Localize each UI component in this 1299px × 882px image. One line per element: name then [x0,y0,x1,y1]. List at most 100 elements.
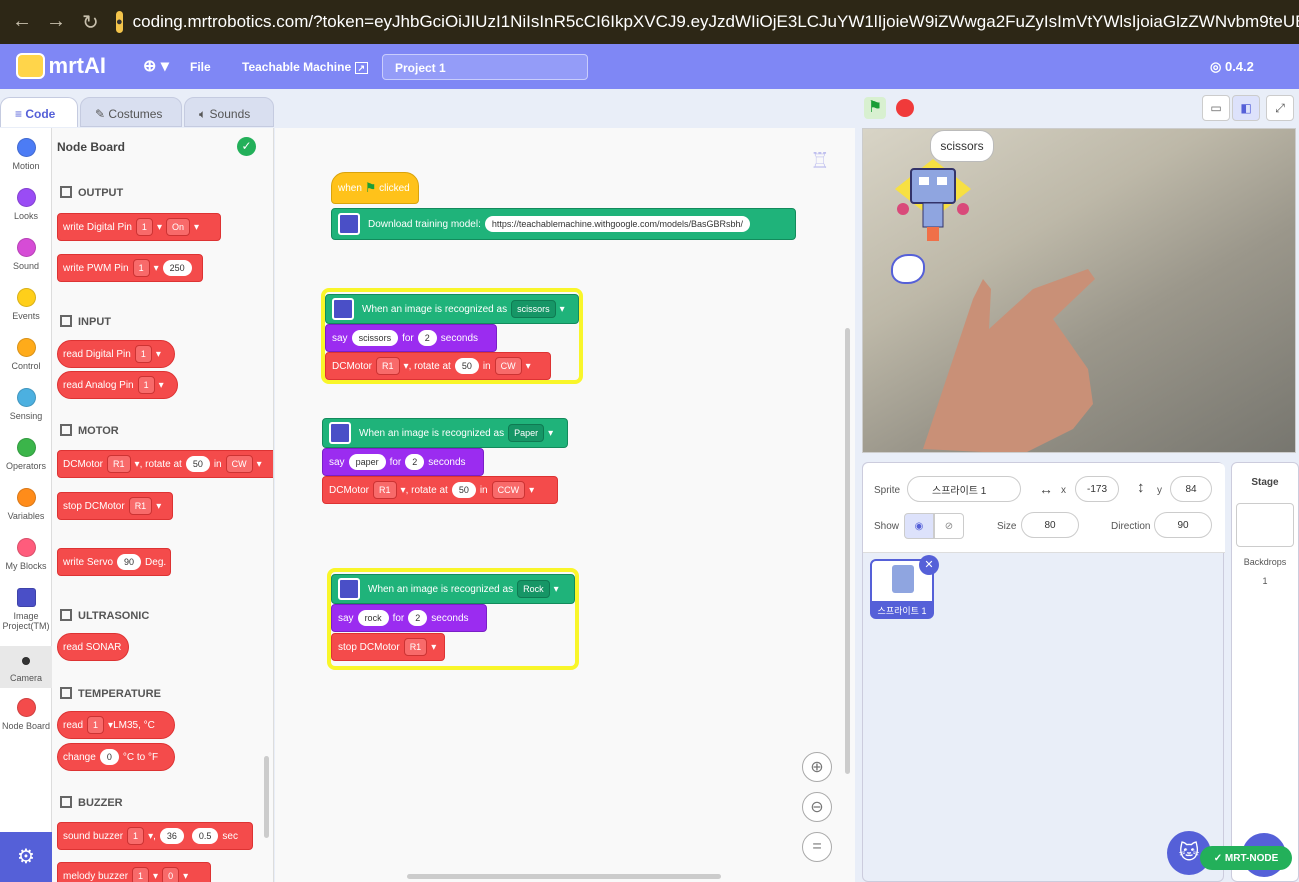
sprite-name-input[interactable]: 스프라이트 1 [907,476,1021,502]
block-say-paper[interactable]: say paper for 2 seconds [322,448,484,476]
block-dcmotor[interactable]: DCMotor R1 ▾, rotate at 50 in CW ▾ [57,450,273,478]
category-operators[interactable]: Operators [0,438,52,471]
show-hidden-button[interactable]: ⊘ [934,513,964,539]
block-download-model[interactable]: Download training model: https://teachabl… [331,208,796,240]
block-write-digital[interactable]: write Digital Pin 1 ▾ On ▾ [57,213,221,241]
seconds-input[interactable]: 2 [408,610,428,626]
say-text-input[interactable]: rock [357,610,389,626]
palette-scrollbar[interactable] [264,756,269,838]
backdrop-thumbnail[interactable] [1236,503,1294,547]
camera-indicator-icon[interactable]: ● [116,11,123,33]
pin-dropdown[interactable]: 1 [135,218,153,236]
mrt-node-button[interactable]: ✓ MRT-NODE [1200,846,1292,870]
zoom-reset-button[interactable]: = [802,832,832,862]
block-when-recognized-rock[interactable]: When an image is recognized as Rock ▾ [331,574,575,604]
tab-sounds[interactable]: 🔈︎ Sounds [184,97,274,127]
category-looks[interactable]: Looks [0,188,52,221]
block-say-scissors[interactable]: say scissors for 2 seconds [325,324,497,352]
zoom-in-button[interactable]: ⊕ [802,752,832,782]
globe-icon[interactable]: ⊕ ▾ [143,56,169,76]
motor-dropdown[interactable]: R1 [107,455,131,473]
fullscreen-button[interactable]: ⤢ [1266,95,1294,121]
file-menu[interactable]: File [190,60,211,74]
large-stage-button[interactable]: ◧ [1232,95,1260,121]
category-my-blocks[interactable]: My Blocks [0,538,52,571]
reload-icon[interactable]: ↻ [82,10,99,35]
category-image-project[interactable]: Image Project(TM) [0,588,52,631]
block-read-sonar[interactable]: read SONAR [57,633,129,661]
block-dcmotor-cw[interactable]: DCMotor R1 ▾, rotate at 50 in CW ▾ [325,352,551,380]
connected-check-icon[interactable]: ✓ [237,137,256,156]
speed-input[interactable]: 50 [185,456,210,472]
block-read-digital[interactable]: read Digital Pin 1 ▾ [57,340,175,368]
tab-costumes[interactable]: ✎ Costumes [80,97,182,127]
speed-input[interactable]: 50 [454,358,479,374]
mrtai-logo[interactable]: mrtAI [16,52,106,80]
block-dcmotor-ccw[interactable]: DCMotor R1 ▾, rotate at 50 in CCW ▾ [322,476,558,504]
zoom-out-button[interactable]: ⊖ [802,792,832,822]
block-when-recognized-scissors[interactable]: When an image is recognized as scissors ▾ [325,294,579,324]
robot-sprite[interactable] [893,159,973,249]
block-write-servo[interactable]: write Servo 90 Deg. [57,548,171,576]
block-read-analog[interactable]: read Analog Pin 1 ▾ [57,371,178,399]
pin-dropdown[interactable]: 1 [127,827,145,845]
model-url-input[interactable]: https://teachablemachine.withgoogle.com/… [484,216,750,232]
block-when-flag-clicked[interactable]: when ⚑ clicked [331,172,419,204]
say-text-input[interactable]: paper [348,454,386,470]
motor-dropdown[interactable]: R1 [373,481,397,499]
horizontal-scrollbar[interactable] [407,874,721,879]
direction-dropdown[interactable]: CW [494,357,522,375]
address-bar[interactable]: ● coding.mrtrobotics.com/?token=eyJhbGci… [116,6,1299,38]
pin-dropdown[interactable]: 1 [137,376,155,394]
size-input[interactable]: 80 [1021,512,1079,538]
category-node-board[interactable]: Node Board [0,698,52,731]
pin-dropdown[interactable]: 1 [134,345,152,363]
category-sensing[interactable]: Sensing [0,388,52,421]
category-events[interactable]: Events [0,288,52,321]
green-flag-button[interactable]: ⚑ [864,97,886,119]
label-dropdown[interactable]: Paper [508,424,545,442]
x-input[interactable]: -173 [1075,476,1119,502]
stop-button[interactable] [896,99,914,117]
pin-dropdown[interactable]: 1 [132,259,150,277]
show-visible-button[interactable]: ◉ [904,513,934,539]
melody-dropdown[interactable]: 0 [162,867,180,882]
seconds-input[interactable]: 2 [417,330,437,346]
y-input[interactable]: 84 [1170,476,1212,502]
category-sound[interactable]: Sound [0,238,52,271]
pin-dropdown[interactable]: 1 [87,716,105,734]
on-dropdown[interactable]: On [165,218,190,236]
teachable-machine-link[interactable]: Teachable Machine ↗ [242,60,369,74]
block-stop-dcmotor[interactable]: stop DCMotor R1 ▾ [57,492,173,520]
tab-code[interactable]: ≡ Code [0,97,78,127]
delete-sprite-button[interactable]: ✕ [919,555,939,575]
motor-dropdown[interactable]: R1 [128,497,153,515]
category-camera[interactable]: Camera [0,646,52,688]
block-say-rock[interactable]: say rock for 2 seconds [331,604,487,632]
speed-input[interactable]: 50 [451,482,476,498]
small-stage-button[interactable]: ▭ [1202,95,1230,121]
say-text-input[interactable]: scissors [351,330,399,346]
category-variables[interactable]: Variables [0,488,52,521]
add-extension-button[interactable]: ⚙︎ [0,832,52,882]
motor-dropdown[interactable]: R1 [376,357,400,375]
label-dropdown[interactable]: scissors [511,300,556,318]
block-change-temp[interactable]: change 0 °C to °F [57,743,175,771]
category-control[interactable]: Control [0,338,52,371]
seconds-input[interactable]: 2 [405,454,425,470]
servo-input[interactable]: 90 [117,554,142,570]
project-title-input[interactable]: Project 1 [382,54,588,80]
block-melody-buzzer[interactable]: melody buzzer 1 ▾ 0 ▾ [57,862,211,882]
block-read-temp[interactable]: read 1 ▾ LM35, °C [57,711,175,739]
direction-input[interactable]: 90 [1154,512,1212,538]
forward-arrow-icon[interactable]: → [46,10,66,33]
block-when-recognized-paper[interactable]: When an image is recognized as Paper ▾ [322,418,568,448]
duration-input[interactable]: 0.5 [191,828,219,844]
temp-input[interactable]: 0 [99,749,119,765]
back-arrow-icon[interactable]: ← [12,10,32,33]
direction-dropdown[interactable]: CCW [491,481,526,499]
block-stop-dcmotor-rock[interactable]: stop DCMotor R1 ▾ [331,633,445,661]
direction-dropdown[interactable]: CW [225,455,253,473]
motor-dropdown[interactable]: R1 [403,638,428,656]
block-write-pwm[interactable]: write PWM Pin 1 ▾ 250 [57,254,203,282]
